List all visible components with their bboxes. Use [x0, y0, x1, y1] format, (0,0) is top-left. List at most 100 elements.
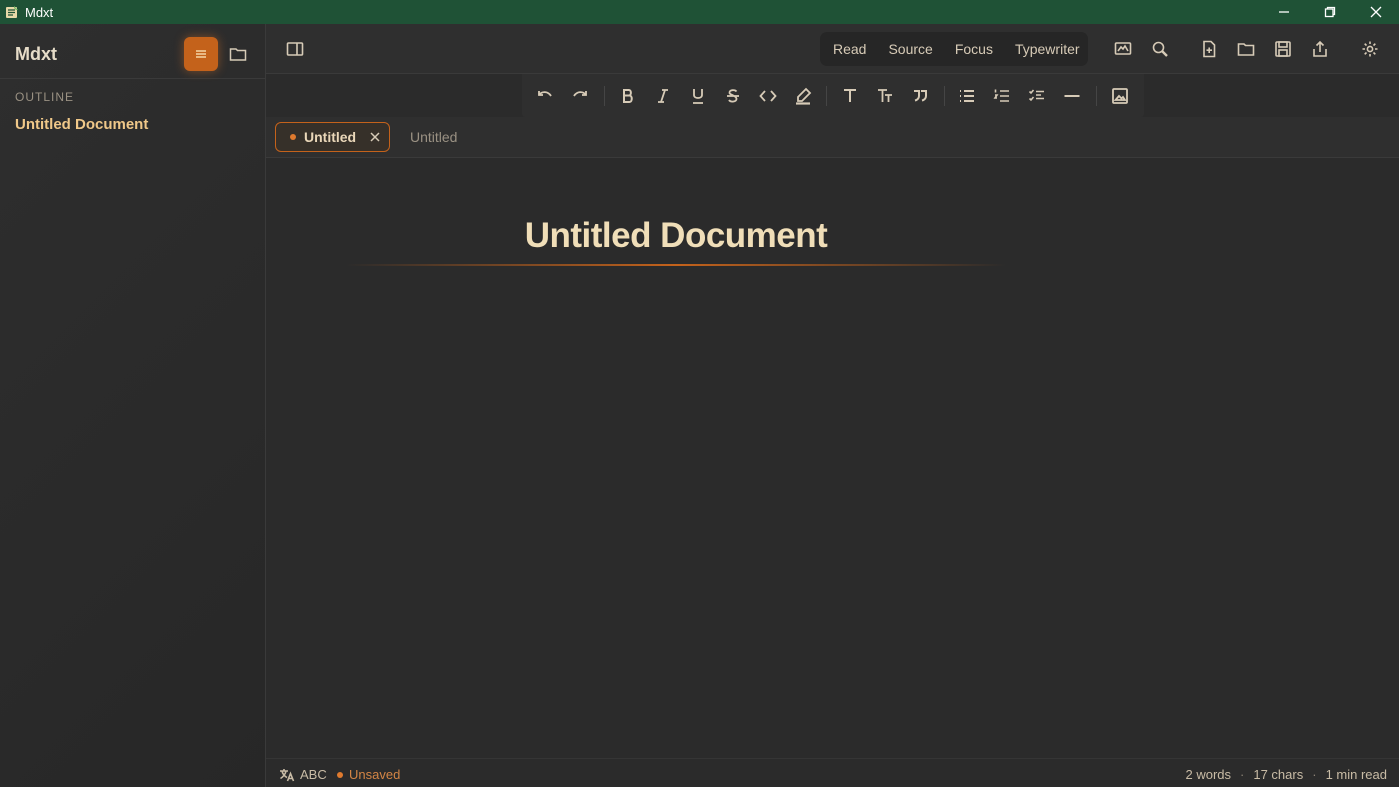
- mode-read-button[interactable]: Read: [820, 32, 877, 66]
- text-size-button[interactable]: [876, 87, 894, 105]
- sidebar-brand: Mdxt: [15, 44, 57, 64]
- settings-button[interactable]: [1361, 40, 1379, 58]
- unsaved-dot: [290, 134, 296, 140]
- document-heading[interactable]: Untitled Document: [266, 216, 1086, 256]
- new-file-button[interactable]: [1200, 40, 1218, 58]
- open-folder-button[interactable]: [1237, 40, 1255, 58]
- word-count: 2 words: [1185, 767, 1232, 782]
- toolbar-divider: [1096, 86, 1097, 106]
- minimize-button[interactable]: [1261, 0, 1307, 24]
- spellcheck-toggle[interactable]: ABC: [279, 767, 327, 782]
- top-toolbar: Read Source Focus Typewriter: [266, 24, 1399, 74]
- undo-icon: [538, 91, 552, 97]
- outline-item-untitled-document[interactable]: Untitled Document: [15, 116, 148, 133]
- blockquote-button[interactable]: [911, 87, 929, 105]
- bullet-list-button[interactable]: [958, 87, 976, 105]
- list-icon: [196, 50, 206, 58]
- strikethrough-icon: [727, 89, 739, 103]
- close-icon: [370, 132, 380, 142]
- horizontal-rule-button[interactable]: [1063, 87, 1081, 105]
- app-window: Mdxt Mdxt OUTLINE Untitled Document Read…: [0, 0, 1399, 787]
- read-time: 1 min read: [1325, 767, 1387, 782]
- search-button[interactable]: [1151, 40, 1169, 58]
- quote-icon: [914, 90, 927, 102]
- save-button[interactable]: [1274, 40, 1292, 58]
- italic-button[interactable]: [654, 87, 672, 105]
- editor-area[interactable]: Untitled Document: [266, 158, 1399, 758]
- italic-icon: [658, 89, 668, 103]
- toolbar-divider: [826, 86, 827, 106]
- window-controls: [1261, 0, 1399, 24]
- mode-typewriter-button[interactable]: Typewriter: [1004, 32, 1091, 66]
- redo-button[interactable]: [571, 87, 589, 105]
- heading-icon: [844, 89, 856, 102]
- status-bar: ABC Unsaved 2 words · 17 chars · 1 min r…: [266, 758, 1399, 787]
- open-folder-icon: [1237, 43, 1255, 56]
- mode-source-button[interactable]: Source: [877, 32, 943, 66]
- format-toolbar: [522, 74, 1144, 117]
- stats-separator: ·: [1240, 767, 1245, 782]
- export-button[interactable]: [1311, 40, 1329, 58]
- toolbar-divider: [604, 86, 605, 106]
- underline-icon: [693, 89, 703, 104]
- toolbar-divider: [944, 86, 945, 106]
- bold-icon: [623, 89, 633, 103]
- maximize-button[interactable]: [1307, 0, 1353, 24]
- toggle-sidebar-button[interactable]: [286, 40, 304, 58]
- app-logo-icon: [6, 6, 18, 18]
- close-icon: [1370, 6, 1382, 18]
- code-icon: [759, 90, 777, 102]
- insert-image-button[interactable]: [1111, 87, 1129, 105]
- numbered-list-icon: [993, 89, 1009, 102]
- inline-code-button[interactable]: [759, 87, 777, 105]
- bullet-list-icon: [960, 90, 974, 102]
- save-status: Unsaved: [337, 767, 400, 782]
- text-size-icon: [878, 89, 892, 102]
- heading-button[interactable]: [841, 87, 859, 105]
- outline-section-label: OUTLINE: [15, 90, 75, 104]
- underline-button[interactable]: [689, 87, 707, 105]
- translate-icon: [280, 768, 295, 781]
- task-list-button[interactable]: [1028, 87, 1046, 105]
- tab-untitled-active[interactable]: Untitled: [275, 122, 390, 152]
- share-icon: [1313, 40, 1327, 57]
- tab-close-button[interactable]: [369, 131, 381, 143]
- save-status-label: Unsaved: [349, 767, 401, 782]
- stats-separator: ·: [1312, 767, 1317, 782]
- unsaved-indicator: [337, 771, 343, 778]
- checklist-icon: [1028, 89, 1044, 102]
- redo-icon: [573, 91, 587, 97]
- sidebar-toggle-icon: [286, 42, 304, 56]
- outline-view-button[interactable]: [184, 37, 218, 71]
- presentation-button[interactable]: [1114, 40, 1132, 58]
- files-view-button[interactable]: [228, 44, 248, 64]
- tab-label: Untitled: [304, 129, 357, 145]
- mode-focus-button[interactable]: Focus: [944, 32, 1004, 66]
- document-stats: 2 words · 17 chars · 1 min read: [1185, 767, 1387, 782]
- search-icon: [1152, 41, 1168, 57]
- view-mode-group: Read Source Focus Typewriter: [820, 32, 1088, 66]
- image-icon: [1112, 88, 1128, 104]
- sidebar: Mdxt OUTLINE Untitled Document: [0, 24, 266, 787]
- undo-button[interactable]: [536, 87, 554, 105]
- spellcheck-label: ABC: [300, 767, 327, 782]
- char-count: 17 chars: [1253, 767, 1304, 782]
- new-file-icon: [1203, 40, 1216, 58]
- tab-bar: Untitled Untitled: [266, 117, 1399, 158]
- numbered-list-button[interactable]: [993, 87, 1011, 105]
- minimize-icon: [1279, 11, 1289, 13]
- sidebar-header: Mdxt: [0, 24, 265, 79]
- gear-icon: [1362, 41, 1378, 57]
- horizontal-rule-icon: [1064, 95, 1080, 97]
- restore-icon: [1324, 6, 1336, 18]
- window-title: Mdxt: [25, 4, 54, 20]
- presentation-icon: [1114, 42, 1132, 55]
- tab-untitled[interactable]: Untitled: [410, 129, 457, 145]
- save-icon: [1275, 41, 1291, 57]
- close-window-button[interactable]: [1353, 0, 1399, 24]
- strikethrough-button[interactable]: [724, 87, 742, 105]
- bold-button[interactable]: [619, 87, 637, 105]
- highlight-button[interactable]: [794, 87, 812, 105]
- title-bar: Mdxt: [0, 0, 1399, 24]
- highlighter-icon: [796, 87, 812, 105]
